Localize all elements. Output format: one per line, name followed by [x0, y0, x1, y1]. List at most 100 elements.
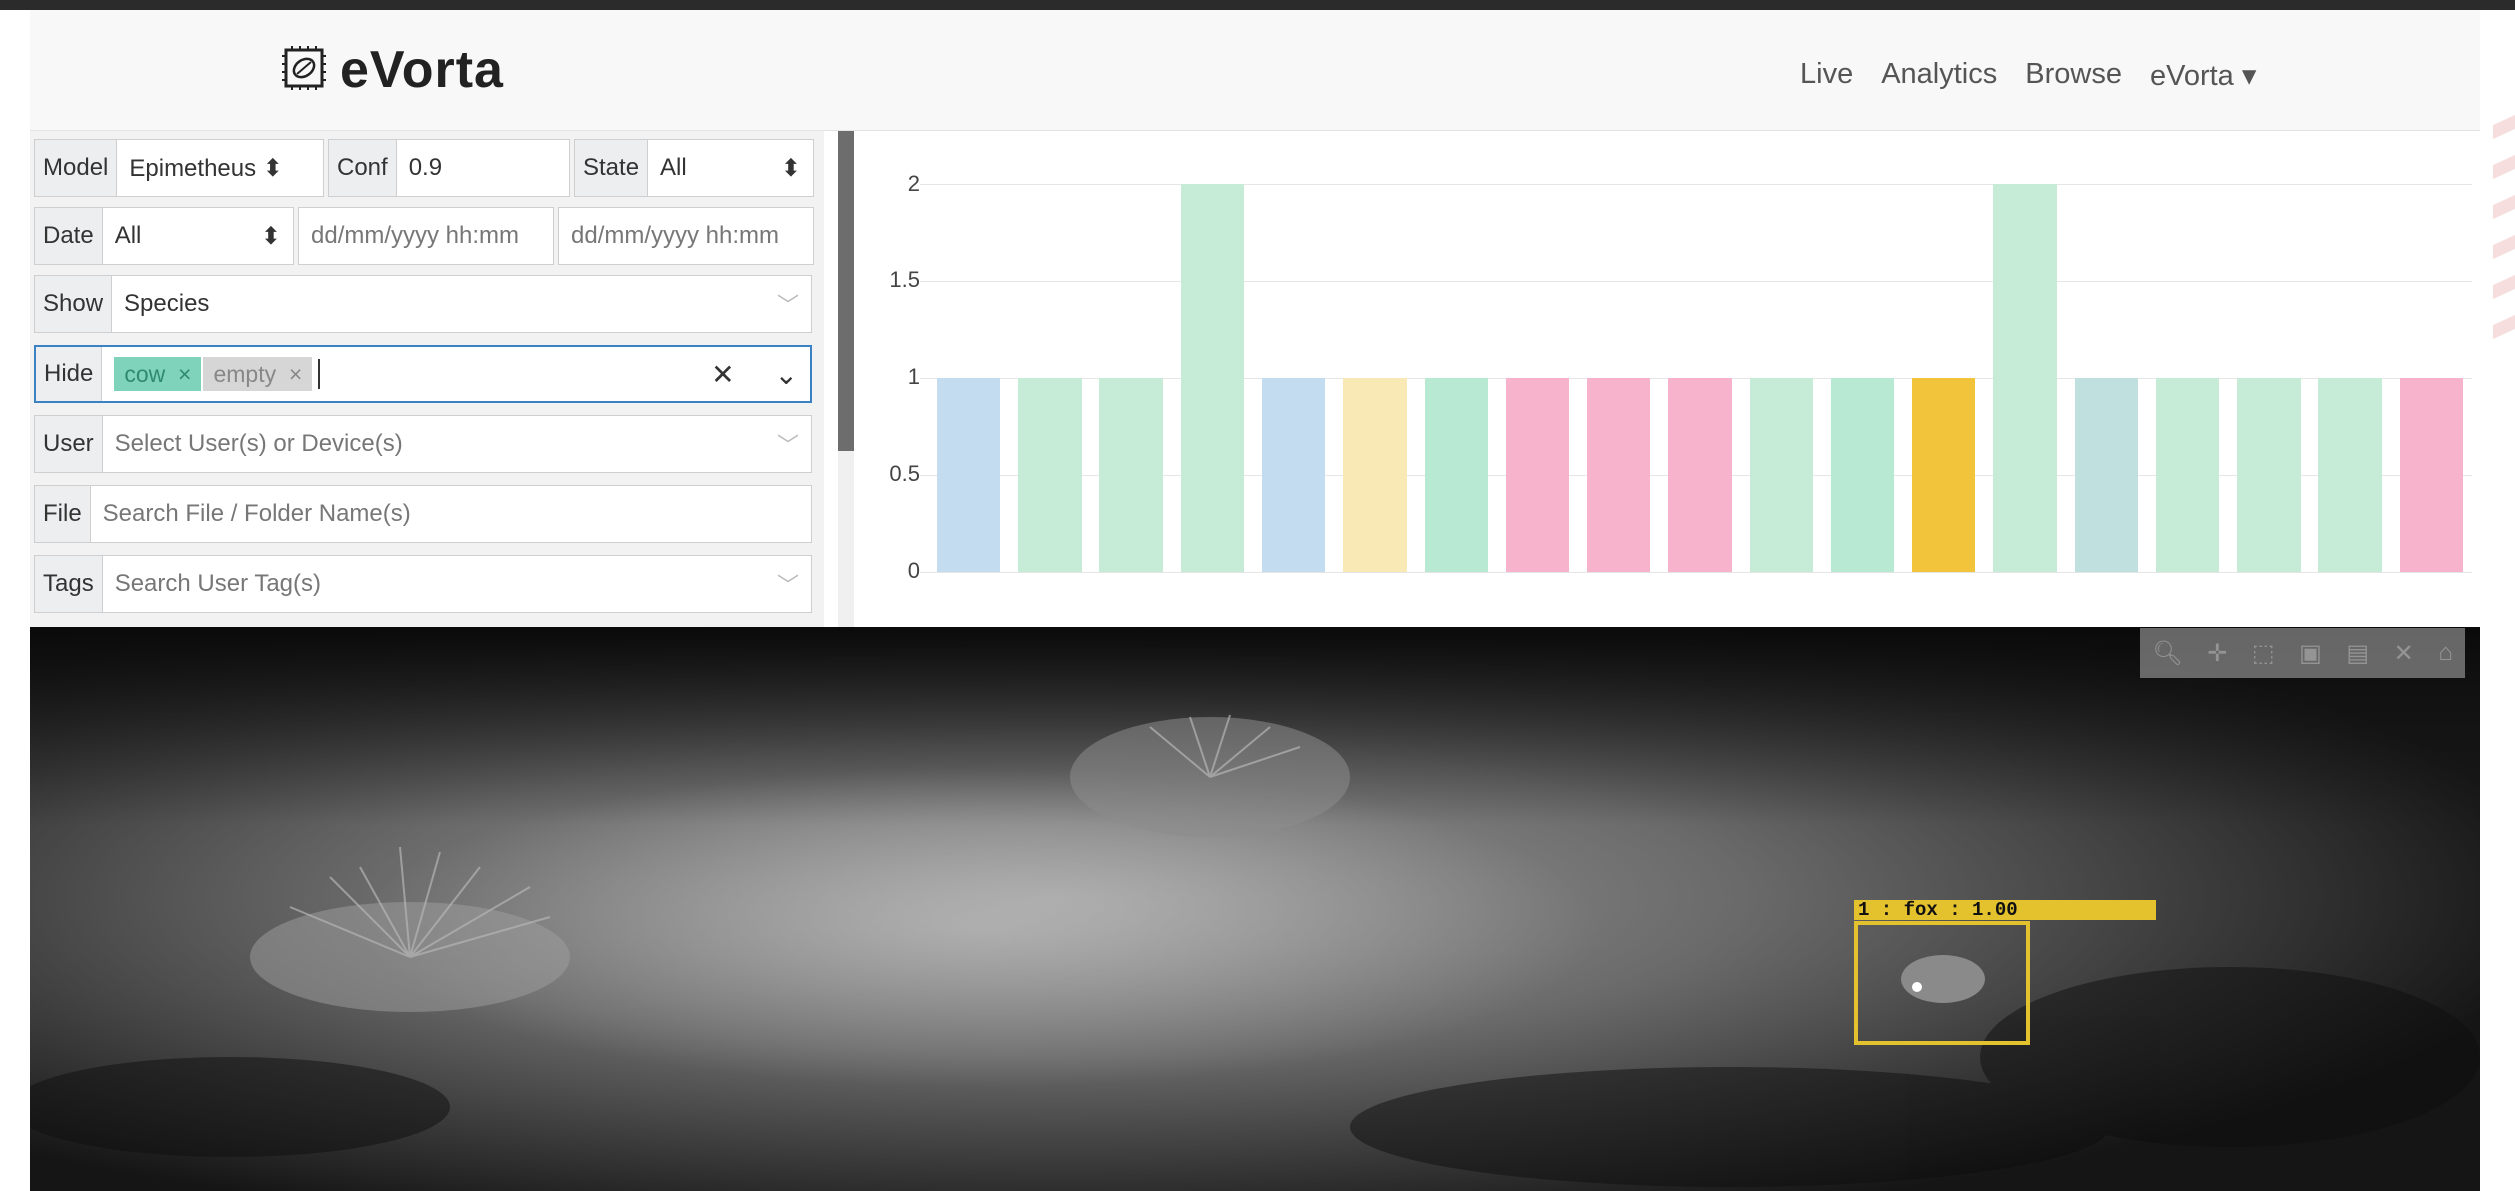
text-cursor	[318, 359, 321, 389]
model-label: Model	[35, 140, 118, 196]
brand[interactable]: eVorta	[282, 40, 504, 100]
clear-icon[interactable]: ✕	[711, 358, 734, 391]
state-label: State	[575, 140, 649, 196]
close-icon[interactable]: ✕	[2394, 639, 2414, 668]
user-select[interactable]: User Select User(s) or Device(s) ﹀	[34, 415, 812, 473]
chart-bar[interactable]	[1343, 378, 1407, 572]
chart-bar[interactable]	[1993, 184, 2057, 572]
date-to-input[interactable]: dd/mm/yyyy hh:mm	[558, 207, 814, 265]
detection-label: 1 : fox : 1.00	[1854, 900, 2156, 920]
chart-bar[interactable]	[1180, 184, 1245, 572]
date-from-input[interactable]: dd/mm/yyyy hh:mm	[298, 207, 554, 265]
y-tick-label: 1	[907, 364, 920, 389]
user-placeholder: Select User(s) or Device(s)	[114, 430, 403, 457]
filter-row-show: Show Species ﹀	[34, 275, 816, 333]
chart-bar[interactable]	[2318, 378, 2382, 572]
download-icon[interactable]: ▣	[2299, 639, 2322, 668]
conf-input[interactable]: 0.9	[397, 140, 569, 196]
hide-tags: cow × empty ×	[114, 357, 321, 391]
y-tick-label: 0.5	[889, 461, 920, 486]
updown-icon: ⬍	[260, 222, 281, 250]
model-value[interactable]: Epimetheus ⬍	[117, 140, 323, 196]
gridline	[920, 572, 2472, 573]
filter-row-model: Model Epimetheus ⬍ Conf 0.9 State All ⬍	[34, 139, 818, 197]
remove-tag-icon[interactable]: ×	[178, 361, 191, 388]
chart-bar[interactable]	[1587, 378, 1651, 572]
hide-multiselect[interactable]: Hide cow × empty × ✕ ⌄	[34, 345, 812, 403]
select-icon[interactable]: ⬚	[2252, 639, 2275, 668]
chart-bar[interactable]	[1505, 378, 1570, 572]
model-select[interactable]: Model Epimetheus ⬍	[34, 139, 324, 197]
chart-bar[interactable]	[2155, 378, 2220, 572]
filter-row-file: File Search File / Folder Name(s)	[34, 485, 816, 543]
date-value[interactable]: All ⬍	[103, 208, 293, 264]
nav-analytics[interactable]: Analytics	[1881, 58, 1997, 93]
show-value-text: Species	[124, 290, 210, 317]
save-icon[interactable]: ▤	[2346, 639, 2369, 668]
pan-icon[interactable]: ✛	[2207, 639, 2227, 668]
chevron-down-icon[interactable]: ﹀	[777, 568, 799, 600]
chart-bar[interactable]	[936, 378, 1001, 572]
chevron-down-icon[interactable]: ﹀	[777, 288, 799, 320]
detection-bounding-box[interactable]	[1854, 921, 2030, 1045]
tags-search[interactable]: Tags Search User Tag(s) ﹀	[34, 555, 812, 613]
chart-bar[interactable]	[1749, 378, 1813, 572]
image-toolbar: 🔍︎ ✛ ⬚ ▣ ▤ ✕ ⌂	[2140, 628, 2465, 678]
home-icon[interactable]: ⌂	[2438, 639, 2453, 667]
y-tick-label: 1.5	[889, 267, 920, 292]
chart-bar[interactable]	[2399, 378, 2464, 572]
show-value[interactable]: Species ﹀	[112, 276, 811, 332]
nav-links: Live Analytics Browse eVorta ▾	[1800, 58, 2256, 93]
hide-label: Hide	[36, 347, 103, 401]
tags-label: Tags	[35, 556, 103, 612]
y-tick-label: 0	[907, 558, 920, 583]
date-label: Date	[35, 208, 103, 264]
zoom-icon[interactable]: 🔍︎	[2152, 639, 2182, 668]
brand-name: eVorta	[340, 41, 504, 99]
state-value[interactable]: All ⬍	[648, 140, 813, 196]
file-placeholder: Search File / Folder Name(s)	[102, 500, 411, 527]
remove-tag-icon[interactable]: ×	[289, 361, 302, 388]
date-from-placeholder[interactable]: dd/mm/yyyy hh:mm	[299, 208, 553, 264]
conf-label: Conf	[329, 140, 397, 196]
chart-bar[interactable]	[2237, 378, 2301, 572]
chart-bar[interactable]	[1912, 378, 1976, 572]
hide-tag-cow: cow ×	[114, 357, 202, 391]
nav-browse[interactable]: Browse	[2025, 58, 2122, 93]
state-value-text: All	[660, 154, 687, 181]
file-label: File	[35, 486, 91, 542]
tag-cow-label: cow	[124, 360, 166, 387]
filter-panel: Model Epimetheus ⬍ Conf 0.9 State All ⬍ D…	[30, 131, 824, 627]
chart-bar[interactable]	[1830, 378, 1895, 572]
hide-controls: ✕ ⌄	[711, 358, 798, 391]
state-select[interactable]: State All ⬍	[574, 139, 814, 197]
date-select[interactable]: Date All ⬍	[34, 207, 294, 265]
navbar: eVorta Live Analytics Browse eVorta ▾	[30, 10, 2480, 131]
window-top-border	[0, 0, 2515, 10]
hide-tag-empty: empty ×	[203, 357, 313, 391]
logo-icon	[282, 45, 326, 95]
nav-account-dropdown[interactable]: eVorta ▾	[2150, 58, 2256, 93]
right-margin	[2480, 10, 2515, 1191]
conf-field[interactable]: Conf 0.9	[328, 139, 570, 197]
panel-scrollbar-thumb[interactable]	[838, 131, 854, 451]
nav-live[interactable]: Live	[1800, 58, 1853, 93]
species-bar-chart: 2 1.5 1 0.5 0	[860, 131, 2480, 627]
tags-input[interactable]: Search User Tag(s) ﹀	[103, 556, 811, 612]
chevron-down-icon[interactable]: ﹀	[777, 428, 799, 460]
chart-bar[interactable]	[2074, 378, 2138, 572]
chart-bar[interactable]	[1668, 378, 1732, 572]
chart-bar[interactable]	[1261, 378, 1326, 572]
file-search[interactable]: File Search File / Folder Name(s)	[34, 485, 812, 543]
file-input[interactable]: Search File / Folder Name(s)	[91, 486, 811, 542]
chart-bar[interactable]	[1018, 378, 1082, 572]
hide-value[interactable]: cow × empty × ✕ ⌄	[102, 347, 810, 401]
chart-bar[interactable]	[1424, 378, 1488, 572]
chevron-down-icon[interactable]: ⌄	[775, 358, 798, 391]
show-select[interactable]: Show Species ﹀	[34, 275, 812, 333]
user-value[interactable]: Select User(s) or Device(s) ﹀	[103, 416, 811, 472]
chart-bar[interactable]	[1099, 378, 1163, 572]
gridline	[920, 184, 2472, 185]
date-to-placeholder[interactable]: dd/mm/yyyy hh:mm	[559, 208, 813, 264]
user-label: User	[35, 416, 103, 472]
